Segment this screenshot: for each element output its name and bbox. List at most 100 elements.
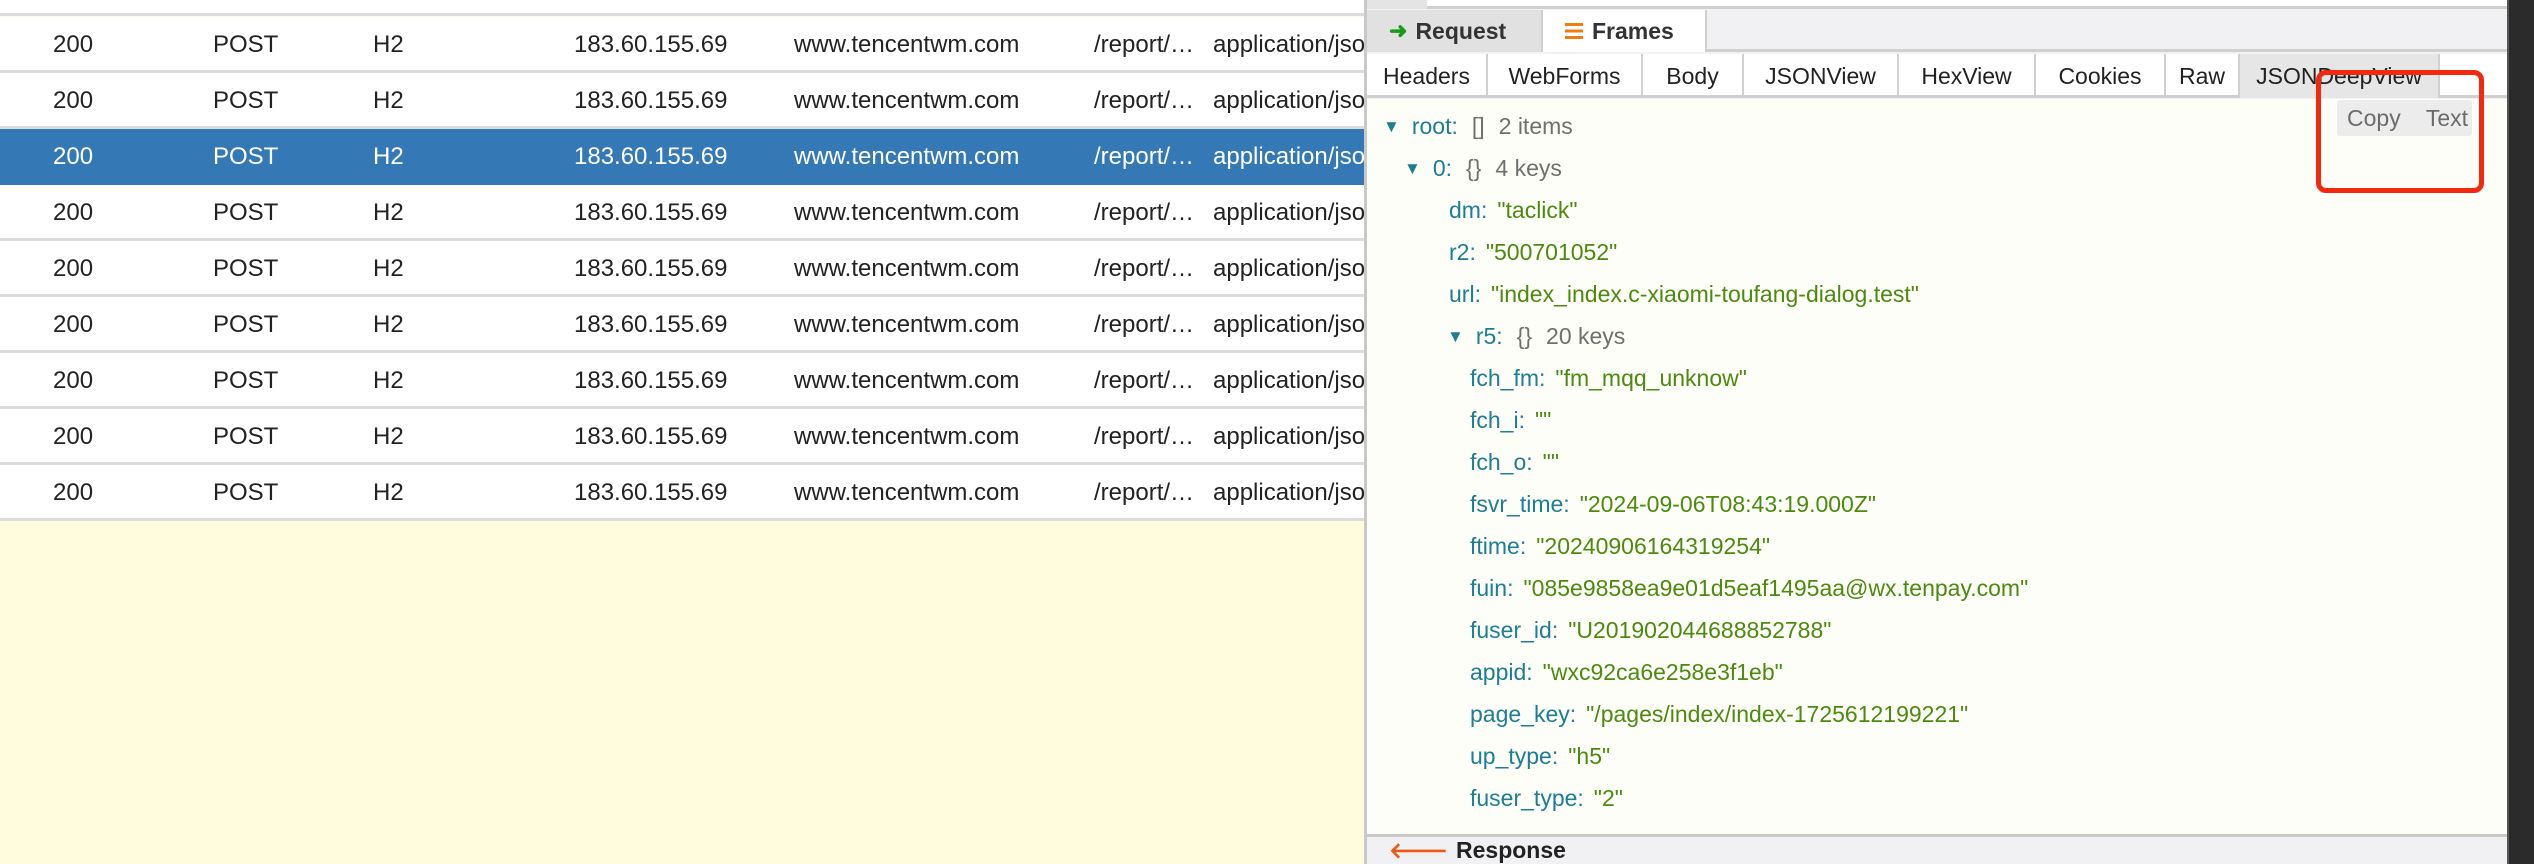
host-cell: www.tencentwm.com [794,479,1020,506]
host-ip-cell: 183.60.155.69 [574,367,728,394]
content-type-cell: application/json [1213,31,1364,58]
json-count: 4 keys [1495,155,1562,181]
expand-triangle-icon[interactable]: ▼ [1383,117,1400,136]
json-colon: : [1451,113,1458,139]
json-value: "index_index.c-xiaomi-toufang-dialog.tes… [1490,281,1919,307]
result-cell: 200 [53,143,94,170]
copy-text-button[interactable]: Copy Text [2337,100,2472,136]
session-row[interactable]: 200 POST H2 183.60.155.69 www.tencentwm.com /… [0,129,1364,185]
copy-label: Copy [2347,104,2401,131]
json-node[interactable]: ▼ root: [] 2 items [1383,113,1573,140]
json-count: 2 items [1498,113,1573,139]
json-colon: : [1474,281,1481,307]
arrow-left-icon: 🡐 [1389,837,1448,863]
text-label: Text [2425,104,2468,131]
tab-cookies[interactable]: Cookies [2036,54,2166,98]
json-colon: : [1519,533,1527,559]
json-leaf: fuser_type: "2" [1470,785,1623,812]
content-type-cell: application/json [1213,479,1364,506]
tab-raw[interactable]: Raw [2166,54,2240,98]
result-cell: 200 [53,423,94,450]
tab-body[interactable]: Body [1643,54,1744,98]
response-bar[interactable]: 🡐 Response [1367,834,2507,864]
host-ip-cell: 183.60.155.69 [574,311,728,338]
host-cell: www.tencentwm.com [794,255,1020,282]
tab-jsondeepview[interactable]: JSONDeepView [2240,54,2440,98]
json-leaf: dm: "taclick" [1449,197,1578,224]
result-cell: 200 [53,87,94,114]
json-colon: : [1518,407,1525,433]
content-type-cell: application/json [1213,255,1364,282]
json-value: "taclick" [1497,197,1578,223]
host-cell: www.tencentwm.com [794,423,1020,450]
arrow-right-icon: ➜ [1389,18,1408,43]
method-cell: POST [213,311,279,338]
json-value: "" [1542,449,1559,475]
tab-headers[interactable]: Headers [1367,54,1488,98]
session-row[interactable]: 200 POST H2 183.60.155.69 www.tencentwm.com /… [0,409,1364,465]
host-ip-cell: 183.60.155.69 [574,31,728,58]
json-leaf: fch_o: "" [1470,449,1559,476]
json-leaf: ftime: "20240906164319254" [1470,533,1770,560]
host-ip-cell: 183.60.155.69 [574,87,728,114]
json-value: "500701052" [1485,239,1618,265]
tab-webforms[interactable]: WebForms [1488,54,1643,98]
json-deep-view: ▼ root:[] 2 items ▼ 0:{} 4 keys dm: "taclick" r2… [1367,99,2507,834]
json-leaf: fch_i: "" [1470,407,1551,434]
session-row[interactable]: 200 POST H2 183.60.155.69 www.tencentwm.com /… [0,465,1364,521]
host-ip-cell: 183.60.155.69 [574,143,728,170]
session-row[interactable]: 200 POST H2 183.60.155.69 www.tencentwm.com /… [0,241,1364,297]
request-tabs-bar: ➜ Request Frames [1367,10,2507,52]
tab-jsonview[interactable]: JSONView [1744,54,1899,98]
expand-triangle-icon[interactable]: ▼ [1447,327,1464,346]
json-value: "20240906164319254" [1536,533,1771,559]
session-row[interactable]: 200 POST H2 183.60.155.69 www.tencentwm.com /… [0,353,1364,409]
method-cell: POST [213,199,279,226]
json-node[interactable]: ▼ r5: {} 20 keys [1447,323,1625,350]
content-type-cell: application/json [1213,87,1364,114]
host-cell: www.tencentwm.com [794,367,1020,394]
host-cell: www.tencentwm.com [794,311,1020,338]
json-value: "h5" [1568,743,1611,769]
json-key: fch_i [1470,407,1519,433]
result-cell: 200 [53,199,94,226]
session-row[interactable]: 200 POST H2 183.60.155.69 www.tencentwm.com /… [0,185,1364,241]
session-row[interactable]: 200 POST H2 183.60.155.69 www.tencentwm.com /… [0,73,1364,129]
json-key: r5 [1475,323,1497,349]
json-key: 0 [1432,155,1446,181]
json-colon: : [1445,155,1453,181]
json-type: [] [1471,113,1485,139]
json-leaf: url: "index_index.c-xiaomi-toufang-dialog… [1449,281,1919,308]
session-row[interactable]: 200 POST H2 183.60.155.69 www.tencentwm.com /… [0,17,1364,73]
url-cell: /report/… [1094,311,1195,338]
top-tab[interactable] [1367,0,1427,9]
method-cell: POST [213,479,279,506]
json-value: "U201902044688852788" [1568,617,1832,643]
host-cell: www.tencentwm.com [794,31,1020,58]
protocol-cell: H2 [373,479,404,506]
json-key: appid [1470,659,1527,685]
host-ip-cell: 183.60.155.69 [574,199,728,226]
session-row[interactable]: 200 POST H2 183.60.155.69 www.tencentwm.com /… [0,297,1364,353]
method-cell: POST [213,423,279,450]
tab-frames[interactable]: Frames [1543,10,1707,52]
content-type-cell: application/json [1213,199,1364,226]
tab-hexview[interactable]: HexView [1899,54,2036,98]
result-cell: 200 [53,31,94,58]
host-cell: www.tencentwm.com [794,87,1020,114]
tab-request[interactable]: ➜ Request [1367,10,1543,52]
json-value: "fm_mqq_unknow" [1555,365,1747,391]
response-label: Response [1456,837,1566,863]
json-key: dm [1449,197,1481,223]
session-row-partial[interactable]: /report/… application/json [0,0,1364,16]
json-key: fch_fm [1470,365,1540,391]
json-colon: : [1526,659,1533,685]
json-type: {} [1516,323,1533,349]
json-node[interactable]: ▼ 0: {} 4 keys [1404,155,1562,182]
json-colon: : [1551,743,1559,769]
host-cell: www.tencentwm.com [794,199,1020,226]
expand-triangle-icon[interactable]: ▼ [1404,159,1421,178]
tab-request-label: Request [1415,17,1507,44]
json-value: "085e9858ea9e01d5eaf1495aa@wx.tenpay.com… [1523,575,2029,601]
json-value: "" [1534,407,1552,433]
